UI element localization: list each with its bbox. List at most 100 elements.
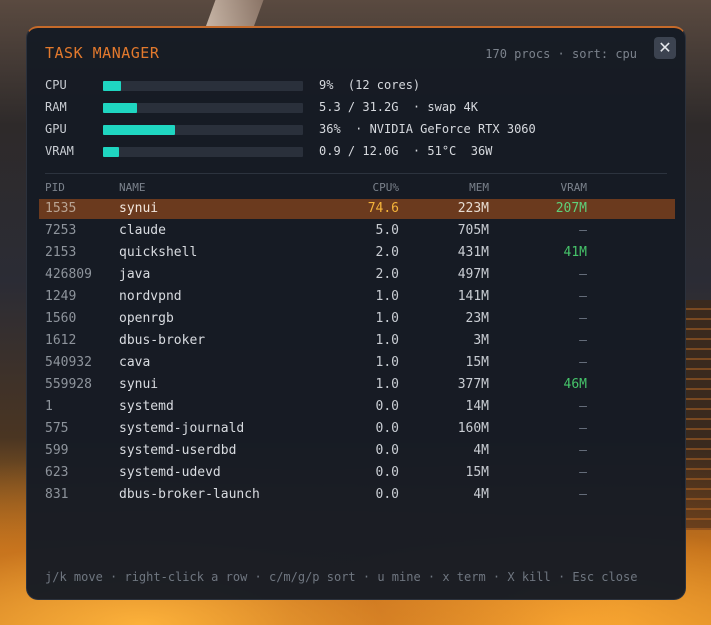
table-row[interactable]: 831 dbus-broker-launch 0.0 4M – <box>39 485 675 505</box>
cell-cpu: 5.0 <box>375 223 399 238</box>
column-header-pid[interactable]: PID <box>45 178 65 198</box>
resource-gpu: GPU 36% · NVIDIA GeForce RTX 3060 <box>45 122 665 138</box>
ram-usage-fill <box>103 103 137 113</box>
resource-ram: RAM 5.3 / 31.2G · swap 4K <box>45 100 665 116</box>
resource-detail: 0.9 / 12.0G · 51°C 36W <box>319 144 493 158</box>
cell-pid: 426809 <box>45 267 92 282</box>
cell-pid: 540932 <box>45 355 92 370</box>
divider <box>45 173 667 174</box>
table-row[interactable]: 540932 cava 1.0 15M – <box>39 353 675 373</box>
resource-vram: VRAM 0.9 / 12.0G · 51°C 36W <box>45 144 665 160</box>
cell-name: synui <box>119 377 159 392</box>
cell-vram: 46M <box>563 377 587 392</box>
task-manager-panel: TASK MANAGER 170 procs · sort: cpu ✕ CPU… <box>26 26 686 600</box>
cell-cpu: 1.0 <box>375 333 399 348</box>
resource-label: GPU <box>45 122 67 136</box>
cell-cpu: 2.0 <box>375 245 399 260</box>
resource-detail: 9% (12 cores) <box>319 78 421 92</box>
cell-mem: 705M <box>457 223 489 238</box>
cell-pid: 575 <box>45 421 69 436</box>
cpu-usage-fill <box>103 81 121 91</box>
cell-name: systemd-userdbd <box>119 443 237 458</box>
keyboard-hints: j/k move · right-click a row · c/m/g/p s… <box>45 570 638 584</box>
cell-vram: – <box>579 289 587 304</box>
cell-pid: 2153 <box>45 245 77 260</box>
cell-mem: 160M <box>457 421 489 436</box>
table-row[interactable]: 599 systemd-userdbd 0.0 4M – <box>39 441 675 461</box>
column-header-vram[interactable]: VRAM <box>561 178 588 198</box>
cell-mem: 497M <box>457 267 489 282</box>
cell-pid: 599 <box>45 443 69 458</box>
column-header-mem[interactable]: MEM <box>469 178 489 198</box>
cell-vram: – <box>579 223 587 238</box>
cell-pid: 1560 <box>45 311 77 326</box>
resource-label: VRAM <box>45 144 74 158</box>
cell-name: cava <box>119 355 151 370</box>
cell-name: java <box>119 267 151 282</box>
table-row[interactable]: 7253 claude 5.0 705M – <box>39 221 675 241</box>
gpu-usage-fill <box>103 125 175 135</box>
cell-name: dbus-broker <box>119 333 206 348</box>
cell-pid: 831 <box>45 487 69 502</box>
table-header: PID NAME CPU% MEM VRAM <box>39 178 675 198</box>
cell-pid: 1612 <box>45 333 77 348</box>
cell-name: synui <box>119 201 159 216</box>
cell-vram: 207M <box>555 201 587 216</box>
cell-mem: 15M <box>465 465 489 480</box>
cell-pid: 1 <box>45 399 53 414</box>
cell-mem: 223M <box>457 201 489 216</box>
table-row[interactable]: 623 systemd-udevd 0.0 15M – <box>39 463 675 483</box>
column-header-cpu[interactable]: CPU% <box>373 178 400 198</box>
table-row[interactable]: 426809 java 2.0 497M – <box>39 265 675 285</box>
cell-name: systemd-journald <box>119 421 245 436</box>
cell-vram: – <box>579 421 587 436</box>
cell-vram: – <box>579 333 587 348</box>
cell-mem: 3M <box>473 333 489 348</box>
cell-vram: – <box>579 443 587 458</box>
cell-name: systemd <box>119 399 174 414</box>
cell-name: dbus-broker-launch <box>119 487 260 502</box>
cell-mem: 431M <box>457 245 489 260</box>
cell-vram: – <box>579 487 587 502</box>
column-header-name[interactable]: NAME <box>119 178 146 198</box>
table-row[interactable]: 2153 quickshell 2.0 431M 41M <box>39 243 675 263</box>
cell-vram: – <box>579 399 587 414</box>
cell-pid: 1249 <box>45 289 77 304</box>
resource-label: CPU <box>45 78 67 92</box>
table-row[interactable]: 1535 synui 74.6 223M 207M <box>39 199 675 219</box>
cell-cpu: 0.0 <box>375 399 399 414</box>
cell-mem: 4M <box>473 443 489 458</box>
close-button[interactable]: ✕ <box>654 37 676 59</box>
gpu-usage-bar <box>103 125 303 135</box>
cell-cpu: 1.0 <box>375 289 399 304</box>
resource-detail: 36% · NVIDIA GeForce RTX 3060 <box>319 122 536 136</box>
cell-cpu: 1.0 <box>375 377 399 392</box>
cell-cpu: 2.0 <box>375 267 399 282</box>
panel-title: TASK MANAGER <box>45 44 160 62</box>
cell-pid: 1535 <box>45 201 77 216</box>
cell-cpu: 0.0 <box>375 443 399 458</box>
cell-mem: 15M <box>465 355 489 370</box>
close-icon: ✕ <box>658 38 672 57</box>
resource-detail: 5.3 / 31.2G · swap 4K <box>319 100 478 114</box>
cell-mem: 23M <box>465 311 489 326</box>
cell-pid: 7253 <box>45 223 77 238</box>
resource-cpu: CPU 9% (12 cores) <box>45 78 665 94</box>
table-row[interactable]: 575 systemd-journald 0.0 160M – <box>39 419 675 439</box>
vram-usage-fill <box>103 147 119 157</box>
cell-mem: 141M <box>457 289 489 304</box>
table-row[interactable]: 1249 nordvpnd 1.0 141M – <box>39 287 675 307</box>
table-row[interactable]: 1 systemd 0.0 14M – <box>39 397 675 417</box>
vram-usage-bar <box>103 147 303 157</box>
resource-label: RAM <box>45 100 67 114</box>
process-summary: 170 procs · sort: cpu <box>485 47 637 61</box>
cell-vram: – <box>579 311 587 326</box>
cell-pid: 559928 <box>45 377 92 392</box>
cell-name: openrgb <box>119 311 174 326</box>
cell-name: systemd-udevd <box>119 465 221 480</box>
cell-cpu: 74.6 <box>367 201 399 216</box>
cell-vram: – <box>579 465 587 480</box>
table-row[interactable]: 1560 openrgb 1.0 23M – <box>39 309 675 329</box>
table-row[interactable]: 1612 dbus-broker 1.0 3M – <box>39 331 675 351</box>
table-row[interactable]: 559928 synui 1.0 377M 46M <box>39 375 675 395</box>
